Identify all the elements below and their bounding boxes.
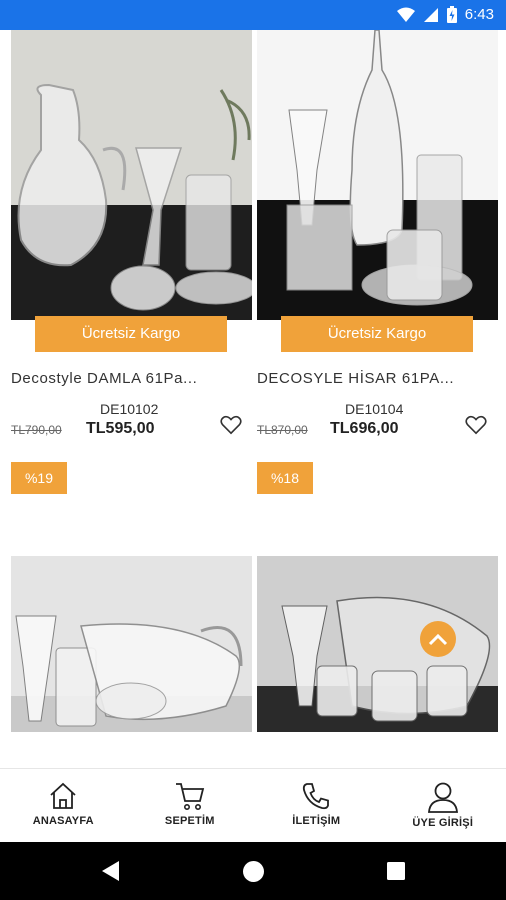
home-button-icon[interactable] bbox=[243, 861, 264, 882]
nav-item-login[interactable]: ÜYE GİRİŞİ bbox=[380, 769, 506, 842]
product-card[interactable]: Ücretsiz Kargo bbox=[257, 30, 498, 352]
recents-icon[interactable] bbox=[387, 862, 405, 880]
free-shipping-badge: Ücretsiz Kargo bbox=[281, 316, 473, 352]
product-code: DE10104 bbox=[345, 401, 404, 417]
bottom-navigation: ANASAYFA SEPETİM İLETİŞİM ÜYE GİRİŞİ bbox=[0, 768, 506, 842]
nav-label: ANASAYFA bbox=[32, 815, 94, 827]
phone-icon bbox=[303, 783, 330, 810]
free-shipping-badge: Ücretsiz Kargo bbox=[35, 316, 227, 352]
scroll-to-top-button[interactable] bbox=[420, 621, 456, 657]
product-title[interactable]: Decostyle DAMLA 61Pa... bbox=[11, 370, 197, 387]
discount-badge: %19 bbox=[11, 462, 67, 494]
nav-item-contact[interactable]: İLETİŞİM bbox=[253, 769, 380, 842]
old-price: TL790,00 bbox=[11, 423, 62, 437]
price: TL696,00 bbox=[330, 420, 399, 437]
chevron-up-icon bbox=[428, 633, 448, 646]
product-card[interactable]: Ücretsiz Kargo bbox=[11, 30, 252, 352]
wifi-icon bbox=[396, 7, 415, 22]
discount-badge: %18 bbox=[257, 462, 313, 494]
home-icon bbox=[50, 782, 76, 809]
status-icons: 6:43 bbox=[396, 6, 494, 23]
nav-label: SEPETİM bbox=[164, 815, 215, 827]
user-icon bbox=[427, 782, 458, 813]
favorite-heart-icon[interactable] bbox=[465, 415, 487, 435]
nav-item-home[interactable]: ANASAYFA bbox=[0, 769, 127, 842]
signal-icon bbox=[423, 7, 438, 22]
nav-label: ÜYE GİRİŞİ bbox=[412, 817, 474, 829]
product-image[interactable] bbox=[11, 556, 252, 732]
battery-icon bbox=[446, 6, 457, 23]
nav-item-cart[interactable]: SEPETİM bbox=[127, 769, 254, 842]
product-image[interactable] bbox=[11, 30, 252, 320]
price: TL595,00 bbox=[86, 420, 155, 437]
status-bar: 6:43 bbox=[0, 0, 506, 30]
product-title[interactable]: DECOSYLE HİSAR 61PA... bbox=[257, 370, 454, 387]
old-price: TL870,00 bbox=[257, 423, 308, 437]
product-card[interactable] bbox=[11, 556, 252, 732]
clock: 6:43 bbox=[464, 6, 494, 23]
cart-icon bbox=[175, 783, 204, 810]
product-code: DE10102 bbox=[100, 401, 159, 417]
product-card[interactable] bbox=[257, 556, 498, 732]
favorite-heart-icon[interactable] bbox=[220, 415, 242, 435]
nav-label: İLETİŞİM bbox=[292, 815, 341, 827]
product-image[interactable] bbox=[257, 30, 498, 320]
product-image[interactable] bbox=[257, 556, 498, 732]
system-navigation-bar bbox=[0, 842, 506, 900]
back-icon[interactable] bbox=[102, 861, 120, 881]
